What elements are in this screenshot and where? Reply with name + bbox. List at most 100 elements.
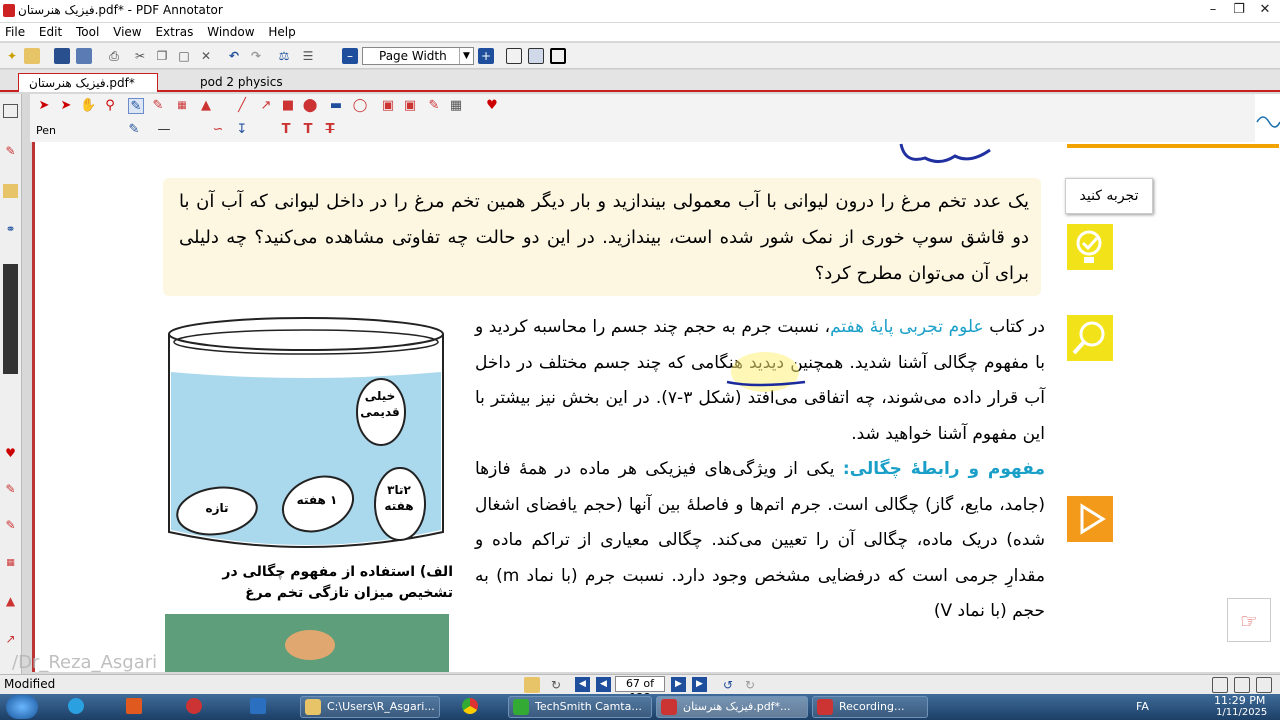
eraser-icon[interactable]: ▬ (328, 98, 344, 114)
ellipse-icon[interactable]: ⬤ (302, 98, 318, 114)
cut-icon[interactable]: ✂ (132, 48, 148, 64)
document-view[interactable]: یک عدد تخم مرغ را درون لیوانی با آب معمو… (32, 142, 1280, 672)
taskbar-recording[interactable]: Recording... (812, 696, 928, 718)
full-page-icon[interactable] (550, 48, 566, 64)
line-tool-icon[interactable]: ╱ (234, 98, 250, 114)
copy-icon[interactable]: ❐ (154, 48, 170, 64)
folder-icon[interactable] (3, 184, 18, 198)
stamp-tool-icon[interactable]: ▲ (198, 98, 214, 114)
text-select-icon[interactable]: ➤ (58, 98, 74, 114)
grid-app-icon[interactable] (250, 698, 266, 714)
last-page-button[interactable]: ▶ (692, 677, 707, 692)
folder-status-icon[interactable] (524, 677, 540, 693)
menu-view[interactable]: View (108, 23, 146, 41)
single-page-icon[interactable] (506, 48, 522, 64)
clock-time[interactable]: 11:29 PM (1214, 694, 1265, 707)
taskbar-pdf-annotator[interactable]: فیزیک هنرستان.pdf*... (656, 696, 808, 718)
menu-tool[interactable]: Tool (71, 23, 104, 41)
hand-pointer-button[interactable]: ☞ (1227, 598, 1271, 642)
menu-file[interactable]: File (0, 23, 30, 41)
first-page-button[interactable]: ◀ (575, 677, 590, 692)
back-icon[interactable]: ↺ (720, 677, 736, 693)
taskbar-camtasia[interactable]: TechSmith Camta... (508, 696, 652, 718)
arrow-line-icon[interactable]: ↗ (258, 98, 274, 114)
menu-extras[interactable]: Extras (150, 23, 198, 41)
undo-icon[interactable]: ↶ (226, 48, 242, 64)
hand-icon[interactable]: ✋ (80, 98, 96, 114)
highlighter-tool-icon[interactable]: ✎ (150, 98, 166, 114)
next-page-button[interactable]: ▶ (671, 677, 686, 692)
clock-date[interactable]: 1/11/2025 (1216, 707, 1267, 718)
photo-figure (165, 614, 449, 672)
open-folder-icon[interactable] (24, 48, 40, 64)
egg-label-2-3-weeks: ۲تا۳ هفته (384, 483, 414, 513)
zoom-out-icon[interactable]: – (342, 48, 358, 64)
prev-page-button[interactable]: ◀ (596, 677, 611, 692)
crop-icon[interactable]: ▣ (402, 98, 418, 114)
pdf-app-icon[interactable] (186, 698, 202, 714)
redo-icon[interactable]: ↷ (248, 48, 264, 64)
language-indicator[interactable]: FA (1136, 700, 1149, 713)
print-icon[interactable]: ⎙ (106, 48, 122, 64)
status-text: Modified (4, 677, 56, 691)
layout-double-icon[interactable] (1256, 677, 1272, 693)
layout-single-icon[interactable] (1212, 677, 1228, 693)
select-arrow-icon[interactable]: ➤ (36, 98, 52, 114)
text-tool-icon[interactable]: T (278, 122, 294, 138)
refresh-icon[interactable]: ↻ (548, 677, 564, 693)
matlab-icon[interactable] (126, 698, 142, 714)
find-icon[interactable]: ⚖ (276, 48, 292, 64)
lasso-icon[interactable]: ◯ (352, 98, 368, 114)
image-insert-icon[interactable]: ▦ (448, 98, 464, 114)
marker-icon[interactable]: ✎ (3, 518, 18, 532)
rectangle-icon[interactable]: ■ (280, 98, 296, 114)
telegram-icon[interactable] (68, 698, 84, 714)
page-number-field[interactable]: 67 of 128 (615, 676, 665, 704)
hand-icon: ☞ (1240, 609, 1258, 633)
ruler-icon[interactable]: ✎ (426, 98, 442, 114)
egg-label-fresh: تازه (205, 501, 229, 515)
strikethrough-icon[interactable]: T (322, 122, 338, 138)
pen-icon[interactable]: ✎ (3, 144, 18, 158)
arrow-tool-icon[interactable]: ↗ (3, 632, 18, 646)
link-icon[interactable]: ⚭ (3, 222, 18, 236)
close-button[interactable]: ✕ (1248, 0, 1280, 20)
paste-icon[interactable]: □ (176, 48, 192, 64)
chart-stamp-icon[interactable]: ▦ (3, 556, 18, 570)
menu-help[interactable]: Help (263, 23, 300, 41)
text-style-icon[interactable]: T (300, 122, 316, 138)
zoom-in-icon[interactable]: + (478, 48, 494, 64)
fit-width-icon[interactable] (528, 48, 544, 64)
forward-icon[interactable]: ↻ (742, 677, 758, 693)
favorite-heart-icon[interactable]: ♥ (3, 446, 18, 460)
camera-icon[interactable]: ▣ (380, 98, 396, 114)
highlighter-icon[interactable]: ✎ (3, 482, 18, 496)
layout-continuous-icon[interactable] (1234, 677, 1250, 693)
para1-start: در کتاب (983, 317, 1045, 337)
favorites-heart-icon[interactable]: ♥ (484, 98, 500, 114)
delete-icon[interactable]: ✕ (198, 48, 214, 64)
save-as-icon[interactable] (76, 48, 92, 64)
stamp-icon[interactable]: ▲ (3, 594, 18, 608)
menu-window[interactable]: Window (202, 23, 259, 41)
zoom-tool-icon[interactable]: ⚲ (102, 98, 118, 114)
chart-tool-icon[interactable]: ▦ (174, 98, 190, 114)
paragraph-density-definition: مفهوم و رابطهٔ چگالی: یکی از ویژگی‌های ف… (475, 452, 1045, 630)
line-width-icon[interactable]: — (156, 122, 172, 138)
page-icon[interactable] (3, 104, 18, 118)
options-icon[interactable]: ☰ (300, 48, 316, 64)
taskbar-explorer[interactable]: C:\Users\R_Asgari... (300, 696, 440, 718)
zoom-select[interactable]: Page Width ▼ (362, 47, 474, 65)
pen-tool-icon[interactable]: ✎ (128, 98, 144, 114)
pen-color-icon[interactable]: ✎ (126, 122, 142, 138)
tab-current-document[interactable]: فیزیک هنرستان.pdf* (18, 73, 158, 92)
new-icon[interactable]: ✦ (4, 48, 20, 64)
tab-pod-physics[interactable]: pod 2 physics Asgari.pdf (190, 73, 350, 108)
save-icon[interactable] (54, 48, 70, 64)
chrome-icon[interactable] (462, 698, 478, 714)
start-button[interactable] (6, 695, 38, 719)
menu-edit[interactable]: Edit (34, 23, 67, 41)
curve-icon[interactable]: ∽ (210, 122, 226, 138)
download-icon[interactable]: ↧ (234, 122, 250, 138)
thumbnail-panel[interactable] (3, 264, 18, 374)
